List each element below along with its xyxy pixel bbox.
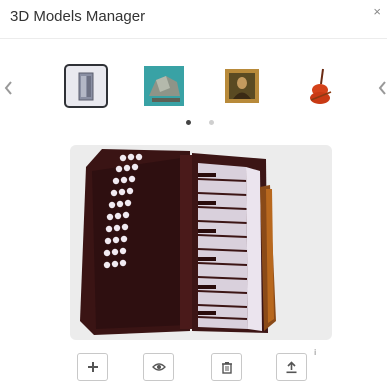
info-icon[interactable]: i [314,348,316,357]
view-model-button[interactable] [143,353,174,381]
model-thumb-painting[interactable] [222,66,262,106]
model-carousel [0,62,387,114]
model-thumb-violin[interactable] [301,66,341,106]
upload-icon [286,360,297,373]
chevron-right-icon[interactable] [377,78,387,98]
dialog-title: 3D Models Manager [10,8,146,25]
model-toolbar: i [0,348,387,384]
dialog-header: 3D Models Manager × [0,0,387,38]
upload-model-button[interactable] [276,353,307,381]
model-thumb-rock[interactable] [144,66,184,106]
cabinet-icon [78,72,94,101]
delete-model-button[interactable] [211,353,242,381]
add-model-button[interactable] [77,353,108,381]
carousel-pagination [0,117,387,127]
page-dot-1[interactable] [186,120,191,125]
eye-icon [151,363,166,371]
plus-icon [87,362,98,372]
chevron-left-icon[interactable] [3,78,13,98]
painting-icon [225,69,259,103]
rock-icon [144,66,184,106]
trash-icon [221,361,232,374]
close-button[interactable]: × [373,4,381,19]
model-viewer[interactable] [70,145,332,340]
accordion-icon [80,149,276,335]
violin-icon [310,68,332,104]
page-dot-2[interactable] [209,120,214,125]
header-divider [0,38,387,39]
model-thumb-cabinet[interactable] [66,66,106,106]
